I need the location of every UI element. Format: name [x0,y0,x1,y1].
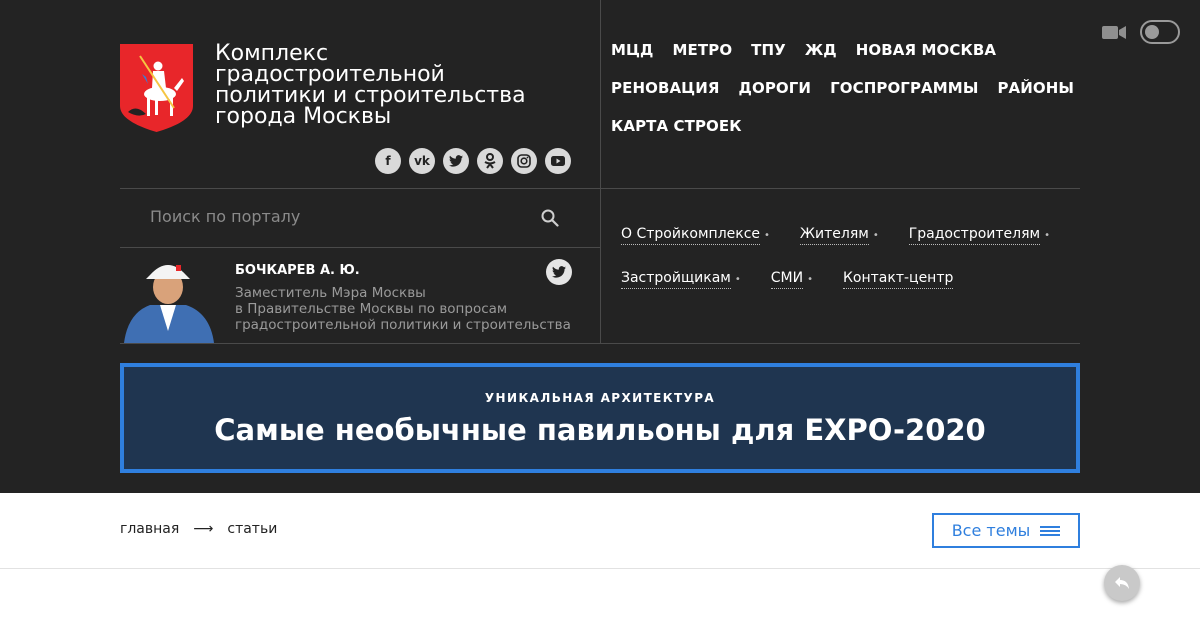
nav-item-railway[interactable]: ЖД [805,41,837,79]
role-line-3: градостроительной политики и строительст… [235,317,571,333]
nav-item-roads[interactable]: ДОРОГИ [739,79,812,117]
content-divider [0,568,1200,569]
nav-item-new-moscow[interactable]: НОВАЯ МОСКВА [856,41,996,79]
secondary-navigation: О Стройкомплексе • Жителям • Градостроител… [621,226,1081,314]
header-divider-1 [120,188,1080,189]
undo-arrow-icon [1115,577,1129,589]
facebook-glyph: f [385,154,391,168]
banner-kicker: УНИКАЛЬНАЯ АРХИТЕКТУРА [484,391,716,405]
youtube-shape [551,156,565,166]
title-line-2: градостроительной [215,62,445,87]
dropdown-dot-icon: • [872,230,879,241]
all-topics-label: Все темы [951,521,1031,540]
official-twitter-icon[interactable] [546,259,572,285]
odnoklassniki-icon[interactable] [477,148,503,174]
nav-item-construction-map[interactable]: КАРТА СТРОЕК [611,117,742,155]
vk-icon[interactable]: vk [409,148,435,174]
facebook-icon[interactable]: f [375,148,401,174]
main-navigation: МЦД МЕТРО ТПУ ЖД НОВАЯ МОСКВА РЕНОВАЦИЯ … [611,41,1081,155]
portal-title[interactable]: Комплекс градостроительной политики и ст… [215,41,555,129]
subnav-item-residents[interactable]: Жителям • [799,226,879,270]
official-portrait[interactable] [120,253,216,343]
subnav-item-developers[interactable]: Застройщикам • [621,270,741,314]
role-line-2: в Правительстве Москвы по вопросам [235,301,508,317]
breadcrumb-home[interactable]: главная [120,521,179,537]
nav-item-districts[interactable]: РАЙОНЫ [997,79,1074,117]
subnav-label: О Стройкомплексе [621,226,761,245]
banner-title: Самые необычные павильоны для EXPO-2020 [214,413,986,447]
search-input[interactable]: Поиск по порталу [150,207,300,226]
search-icon[interactable] [541,209,559,227]
subnav-label: Градостроителям [908,226,1041,245]
twitter-icon[interactable] [443,148,469,174]
hamburger-menu-icon [1040,525,1061,536]
breadcrumb-current[interactable]: статьи [227,521,277,537]
subnav-label: Контакт-центр [842,270,954,289]
twitter-bird-shape [552,266,566,278]
header-divider-3 [120,343,1080,344]
header-divider-vertical [600,0,601,343]
title-line-3: политики и строительства [215,83,526,108]
main-nav-row-3: КАРТА СТРОЕК [611,117,1081,155]
vk-glyph: vk [414,154,430,168]
breadcrumb-arrow-icon: ⟶ [193,521,214,537]
video-camera-icon[interactable] [1102,25,1126,40]
instagram-shape [517,154,531,168]
accessibility-toggle[interactable] [1140,20,1180,44]
dropdown-dot-icon: • [1044,230,1050,241]
nav-item-tpu[interactable]: ТПУ [751,41,786,79]
subnav-label: Застройщикам [621,270,731,289]
ok-shape [484,153,496,169]
header-divider-2 [120,247,600,248]
nav-item-mcd[interactable]: МЦД [611,41,654,79]
moscow-crest-logo[interactable] [120,44,193,132]
nav-item-renovation[interactable]: РЕНОВАЦИЯ [611,79,720,117]
subnav-label: СМИ [770,270,804,289]
official-name[interactable]: БОЧКАРЕВ А. Ю. [235,263,360,278]
official-role: Заместитель Мэра Москвы в Правительстве … [235,285,590,333]
main-nav-row-2: РЕНОВАЦИЯ ДОРОГИ ГОСПРОГРАММЫ РАЙОНЫ [611,79,1081,117]
subnav-row-1: О Стройкомплексе • Жителям • Градостроител… [621,226,1081,270]
subnav-item-about[interactable]: О Стройкомплексе • [621,226,770,270]
twitter-bird-shape [449,155,463,167]
instagram-icon[interactable] [511,148,537,174]
subnav-label: Жителям [799,226,869,245]
nav-item-gov-programs[interactable]: ГОСПРОГРАММЫ [830,79,978,117]
subnav-item-urban-planners[interactable]: Градостроителям • [908,226,1050,270]
toggle-knob [1145,25,1159,39]
subnav-item-media[interactable]: СМИ • [770,270,813,314]
promo-banner[interactable]: УНИКАЛЬНАЯ АРХИТЕКТУРА Самые необычные п… [120,363,1080,473]
all-topics-button[interactable]: Все темы [932,513,1080,548]
title-line-1: Комплекс [215,41,329,66]
main-nav-row-1: МЦД МЕТРО ТПУ ЖД НОВАЯ МОСКВА [611,41,1081,79]
dropdown-dot-icon: • [764,230,770,241]
role-line-1: Заместитель Мэра Москвы [235,285,426,301]
dropdown-dot-icon: • [807,274,813,285]
nav-item-metro[interactable]: МЕТРО [673,41,733,79]
back-arrow-button[interactable] [1104,565,1140,601]
title-line-4: города Москвы [215,104,392,129]
dropdown-dot-icon: • [734,274,741,285]
site-header: Комплекс градостроительной политики и ст… [0,0,1200,493]
subnav-item-contact-center[interactable]: Контакт-центр [842,270,954,314]
subnav-row-2: Застройщикам • СМИ • Контакт-центр [621,270,1081,314]
youtube-icon[interactable] [545,148,571,174]
breadcrumb: главная ⟶ статьи [120,521,277,537]
social-links: f vk [375,148,571,174]
